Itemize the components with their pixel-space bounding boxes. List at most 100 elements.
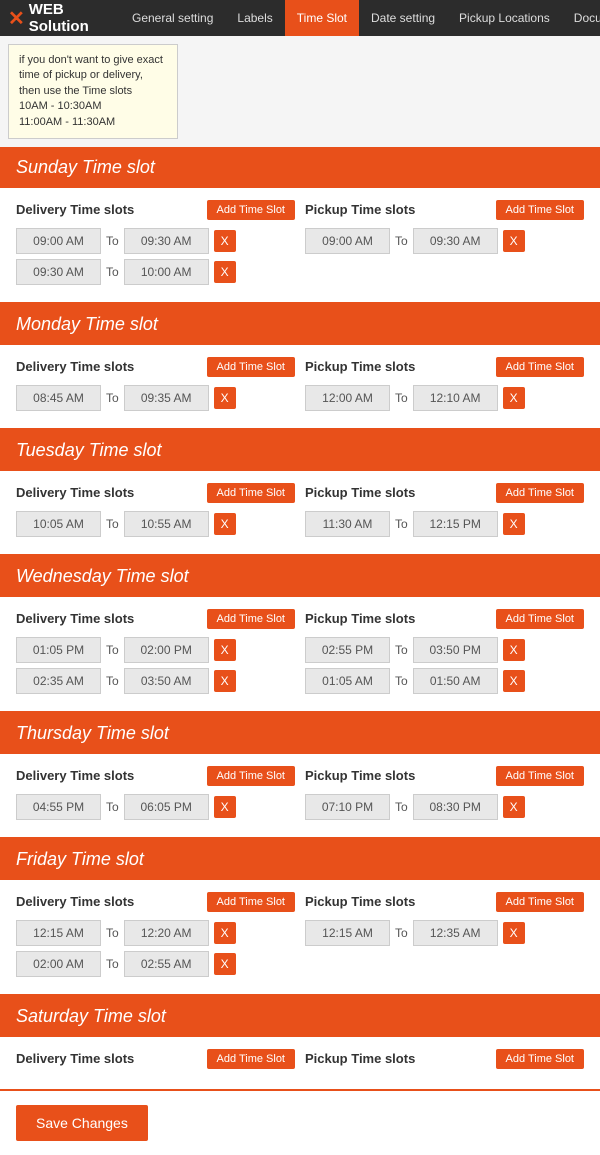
to-label: To — [395, 800, 408, 814]
to-time[interactable]: 12:20 AM — [124, 920, 209, 946]
doc-link[interactable]: Documentation — [562, 11, 600, 25]
to-time[interactable]: 08:30 PM — [413, 794, 498, 820]
slots-row: Delivery Time slotsAdd Time Slot09:00 AM… — [16, 200, 584, 290]
time-row: 09:00 AMTo09:30 AMX — [305, 228, 584, 254]
to-time[interactable]: 12:35 AM — [413, 920, 498, 946]
remove-slot-button[interactable]: X — [503, 670, 525, 692]
time-row: 02:00 AM To 02:55 AMX — [16, 951, 295, 977]
from-time[interactable]: 08:45 AM — [16, 385, 101, 411]
day-body: Delivery Time slotsAdd Time Slot 01:05 PM… — [0, 597, 600, 711]
to-label: To — [395, 674, 408, 688]
to-time[interactable]: 02:55 AM — [124, 951, 209, 977]
remove-slot-button[interactable]: X — [214, 513, 236, 535]
add-time-slot-button[interactable]: Add Time Slot — [207, 609, 295, 629]
to-time[interactable]: 01:50 AM — [413, 668, 498, 694]
remove-slot-button[interactable]: X — [214, 387, 236, 409]
day-header: Saturday Time slot — [0, 996, 600, 1037]
to-time[interactable]: 09:35 AM — [124, 385, 209, 411]
to-label: To — [106, 800, 119, 814]
pickup-col-header: Pickup Time slots Add Time Slot — [305, 483, 584, 503]
to-time[interactable]: 10:00 AM — [124, 259, 209, 285]
time-row: 02:35 AMTo03:50 AMX — [16, 668, 295, 694]
pickup-col-header: Pickup Time slotsAdd Time Slot — [305, 200, 584, 220]
nav-tab[interactable]: Date setting — [359, 0, 447, 36]
to-time[interactable]: 03:50 AM — [124, 668, 209, 694]
day-section: Wednesday Time slotDelivery Time slotsAd… — [0, 556, 600, 713]
add-time-slot-button[interactable]: Add Time Slot — [496, 200, 584, 220]
to-time[interactable]: 12:10 AM — [413, 385, 498, 411]
from-time[interactable]: 02:55 PM — [305, 637, 390, 663]
add-time-slot-button[interactable]: Add Time Slot — [207, 200, 295, 220]
from-time[interactable]: 11:30 AM — [305, 511, 390, 537]
nav-tabs: General settingLabelsTime SlotDate setti… — [120, 0, 562, 36]
to-time[interactable]: 10:55 AM — [124, 511, 209, 537]
day-section: Friday Time slotDelivery Time slotsAdd T… — [0, 839, 600, 996]
to-time[interactable]: 03:50 PM — [413, 637, 498, 663]
from-time[interactable]: 10:05 AM — [16, 511, 101, 537]
add-time-slot-button[interactable]: Add Time Slot — [207, 892, 295, 912]
add-time-slot-button[interactable]: Add Time Slot — [496, 483, 584, 503]
to-time[interactable]: 02:00 PM — [124, 637, 209, 663]
pickup-label: Pickup Time slots — [305, 359, 415, 374]
nav-tab[interactable]: Time Slot — [285, 0, 359, 36]
remove-slot-button[interactable]: X — [503, 639, 525, 661]
from-time[interactable]: 02:35 AM — [16, 668, 101, 694]
from-time[interactable]: 12:00 AM — [305, 385, 390, 411]
tooltip-box: if you don't want to give exact time of … — [8, 44, 178, 139]
from-time[interactable]: 09:00 AM — [305, 228, 390, 254]
remove-slot-button[interactable]: X — [503, 387, 525, 409]
time-row: 12:15 AMTo12:20 AMX — [16, 920, 295, 946]
add-time-slot-button[interactable]: Add Time Slot — [496, 609, 584, 629]
from-time[interactable]: 04:55 PM — [16, 794, 101, 820]
pickup-col: Pickup Time slotsAdd Time Slot02:55 PMTo… — [305, 609, 584, 699]
remove-slot-button[interactable]: X — [503, 922, 525, 944]
add-time-slot-button[interactable]: Add Time Slot — [496, 1049, 584, 1069]
remove-slot-button[interactable]: X — [214, 953, 236, 975]
nav-tab[interactable]: General setting — [120, 0, 225, 36]
add-time-slot-button[interactable]: Add Time Slot — [496, 357, 584, 377]
delivery-col-header: Delivery Time slotsAdd Time Slot — [16, 609, 295, 629]
to-time[interactable]: 12:15 PM — [413, 511, 498, 537]
remove-slot-button[interactable]: X — [214, 230, 236, 252]
from-time[interactable]: 09:30 AM — [16, 259, 101, 285]
add-time-slot-button[interactable]: Add Time Slot — [207, 766, 295, 786]
add-time-slot-button[interactable]: Add Time Slot — [207, 1049, 295, 1069]
from-time[interactable]: 12:15 AM — [305, 920, 390, 946]
delivery-col-header: Delivery Time slotsAdd Time Slot — [16, 357, 295, 377]
add-time-slot-button[interactable]: Add Time Slot — [207, 357, 295, 377]
delivery-col: Delivery Time slotsAdd Time Slot04:55 PM… — [16, 766, 295, 825]
to-time[interactable]: 09:30 AM — [413, 228, 498, 254]
day-header: Thursday Time slot — [0, 713, 600, 754]
to-time[interactable]: 09:30 AM — [124, 228, 209, 254]
to-label: To — [106, 957, 119, 971]
time-row: 12:00 AMTo12:10 AMX — [305, 385, 584, 411]
remove-slot-button[interactable]: X — [214, 670, 236, 692]
nav-tab[interactable]: Labels — [225, 0, 284, 36]
remove-slot-button[interactable]: X — [503, 513, 525, 535]
nav-tab[interactable]: Pickup Locations — [447, 0, 562, 36]
add-time-slot-button[interactable]: Add Time Slot — [496, 892, 584, 912]
delivery-col-header: Delivery Time slotsAdd Time Slot — [16, 483, 295, 503]
slots-row: Delivery Time slotsAdd Time Slot 01:05 PM… — [16, 609, 584, 699]
from-time[interactable]: 02:00 AM — [16, 951, 101, 977]
delivery-col-header: Delivery Time slotsAdd Time Slot — [16, 892, 295, 912]
from-time[interactable]: 09:00 AM — [16, 228, 101, 254]
remove-slot-button[interactable]: X — [214, 261, 236, 283]
to-time[interactable]: 06:05 PM — [124, 794, 209, 820]
save-button[interactable]: Save Changes — [16, 1105, 148, 1141]
remove-slot-button[interactable]: X — [503, 796, 525, 818]
add-time-slot-button[interactable]: Add Time Slot — [496, 766, 584, 786]
time-row: 11:30 AMTo12:15 PMX — [305, 511, 584, 537]
from-time[interactable]: 01:05 AM — [305, 668, 390, 694]
remove-slot-button[interactable]: X — [214, 922, 236, 944]
from-time[interactable]: 12:15 AM — [16, 920, 101, 946]
remove-slot-button[interactable]: X — [503, 230, 525, 252]
add-time-slot-button[interactable]: Add Time Slot — [207, 483, 295, 503]
pickup-label: Pickup Time slots — [305, 485, 415, 500]
day-section: Monday Time slotDelivery Time slotsAdd T… — [0, 304, 600, 430]
remove-slot-button[interactable]: X — [214, 796, 236, 818]
from-time[interactable]: 07:10 PM — [305, 794, 390, 820]
remove-slot-button[interactable]: X — [214, 639, 236, 661]
from-time[interactable]: 01:05 PM — [16, 637, 101, 663]
pickup-col-header: Pickup Time slots Add Time Slot — [305, 357, 584, 377]
